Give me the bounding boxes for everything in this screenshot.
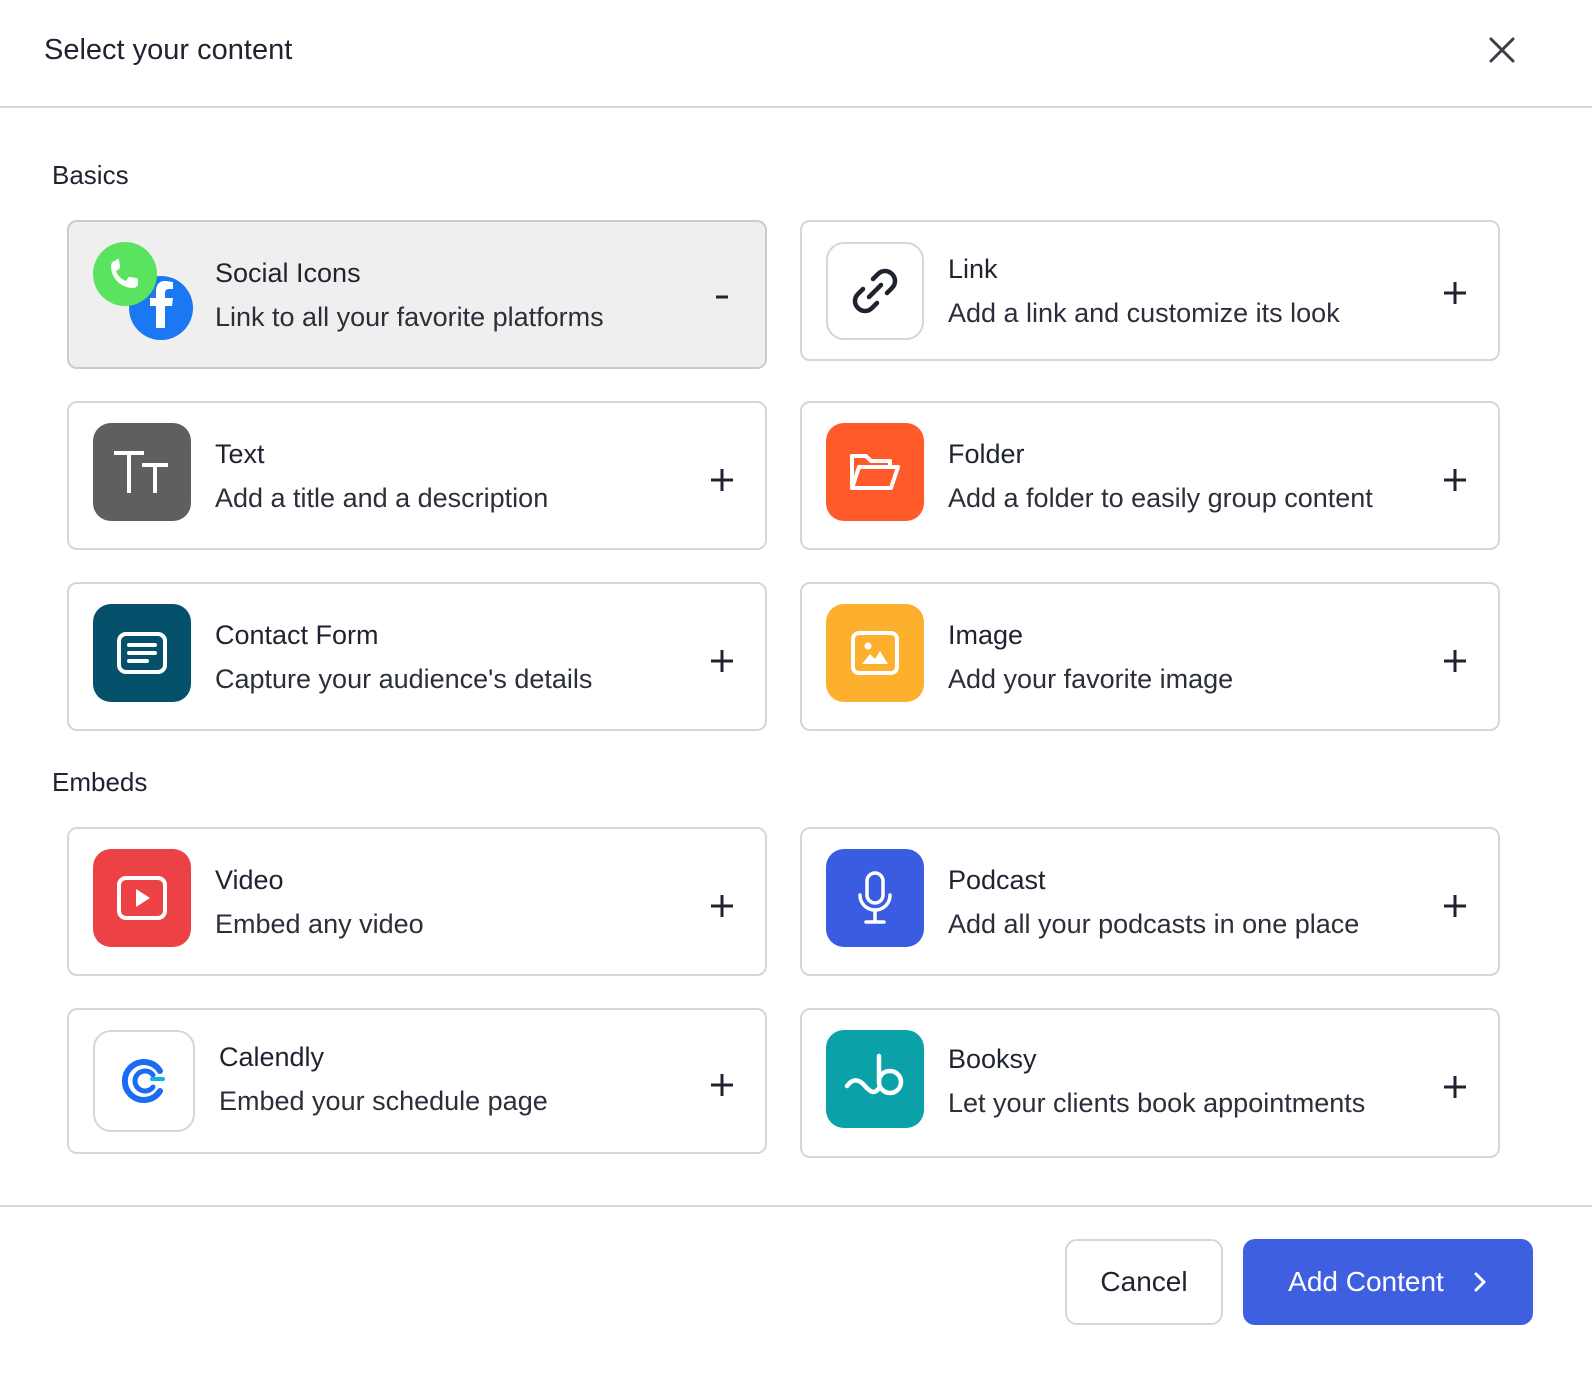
booksy-logo-icon: [826, 1030, 924, 1128]
card-name: Image: [948, 620, 1024, 650]
content-card-calendly[interactable]: Calendly Embed your schedule page: [67, 1008, 767, 1154]
microphone-icon: [826, 849, 924, 947]
chevron-right-icon: [1474, 1272, 1486, 1292]
add-button[interactable]: [1438, 889, 1472, 923]
add-button[interactable]: [705, 1068, 739, 1102]
remove-button[interactable]: [705, 280, 739, 314]
form-icon: [93, 604, 191, 702]
folder-icon: [826, 423, 924, 521]
add-button[interactable]: [1438, 644, 1472, 678]
text-icon: [93, 423, 191, 521]
section-title-embeds: Embeds: [52, 767, 148, 797]
card-description: Capture your audience's details: [215, 664, 593, 694]
social-icons-icon: [93, 242, 193, 342]
content-card-text[interactable]: Text Add a title and a description: [67, 401, 767, 550]
add-button[interactable]: [1438, 463, 1472, 497]
card-name: Podcast: [948, 865, 1046, 895]
add-content-button[interactable]: Add Content: [1243, 1239, 1533, 1325]
plus-icon: [711, 1074, 733, 1096]
card-name: Video: [215, 865, 284, 895]
card-name: Link: [948, 254, 998, 284]
card-description: Embed any video: [215, 909, 424, 939]
calendly-logo-icon: [93, 1030, 195, 1132]
plus-icon: [1444, 469, 1466, 491]
content-card-link[interactable]: Link Add a link and customize its look: [800, 220, 1500, 361]
plus-icon: [711, 895, 733, 917]
minus-icon: [716, 295, 728, 299]
add-button[interactable]: [705, 644, 739, 678]
modal-header: Select your content: [0, 0, 1592, 108]
content-card-social-icons[interactable]: Social Icons Link to all your favorite p…: [67, 220, 767, 369]
card-description: Add a folder to easily group content: [948, 483, 1373, 513]
image-icon: [826, 604, 924, 702]
card-description: Link to all your favorite platforms: [215, 302, 604, 332]
close-button[interactable]: [1482, 30, 1522, 70]
plus-icon: [1444, 282, 1466, 304]
add-button[interactable]: [1438, 1070, 1472, 1104]
modal-title: Select your content: [44, 34, 293, 66]
card-description: Add your favorite image: [948, 664, 1234, 694]
add-content-label: Add Content: [1288, 1266, 1444, 1297]
card-name: Social Icons: [215, 258, 361, 288]
plus-icon: [1444, 650, 1466, 672]
plus-icon: [1444, 895, 1466, 917]
plus-icon: [1444, 1076, 1466, 1098]
cancel-button[interactable]: Cancel: [1065, 1239, 1223, 1325]
add-button[interactable]: [705, 463, 739, 497]
card-name: Booksy: [948, 1044, 1037, 1074]
close-icon: [1489, 37, 1515, 63]
card-name: Folder: [948, 439, 1025, 469]
card-name: Contact Form: [215, 620, 379, 650]
content-card-podcast[interactable]: Podcast Add all your podcasts in one pla…: [800, 827, 1500, 976]
card-description: Let your clients book appointments: [948, 1088, 1366, 1118]
add-button[interactable]: [705, 889, 739, 923]
plus-icon: [711, 469, 733, 491]
link-icon: [826, 242, 924, 340]
content-card-booksy[interactable]: Booksy Let your clients book appointment…: [800, 1008, 1500, 1158]
card-name: Calendly: [219, 1042, 325, 1072]
card-description: Add a title and a description: [215, 483, 549, 513]
content-card-video[interactable]: Video Embed any video: [67, 827, 767, 976]
content-card-contact-form[interactable]: Contact Form Capture your audience's det…: [67, 582, 767, 731]
card-name: Text: [215, 439, 265, 469]
card-description: Add a link and customize its look: [948, 298, 1340, 328]
video-play-icon: [93, 849, 191, 947]
card-description: Add all your podcasts in one place: [948, 909, 1360, 939]
add-button[interactable]: [1438, 276, 1472, 310]
section-title-basics: Basics: [52, 160, 129, 190]
card-description: Embed your schedule page: [219, 1086, 548, 1116]
plus-icon: [711, 650, 733, 672]
content-card-image[interactable]: Image Add your favorite image: [800, 582, 1500, 731]
content-card-folder[interactable]: Folder Add a folder to easily group cont…: [800, 401, 1500, 550]
